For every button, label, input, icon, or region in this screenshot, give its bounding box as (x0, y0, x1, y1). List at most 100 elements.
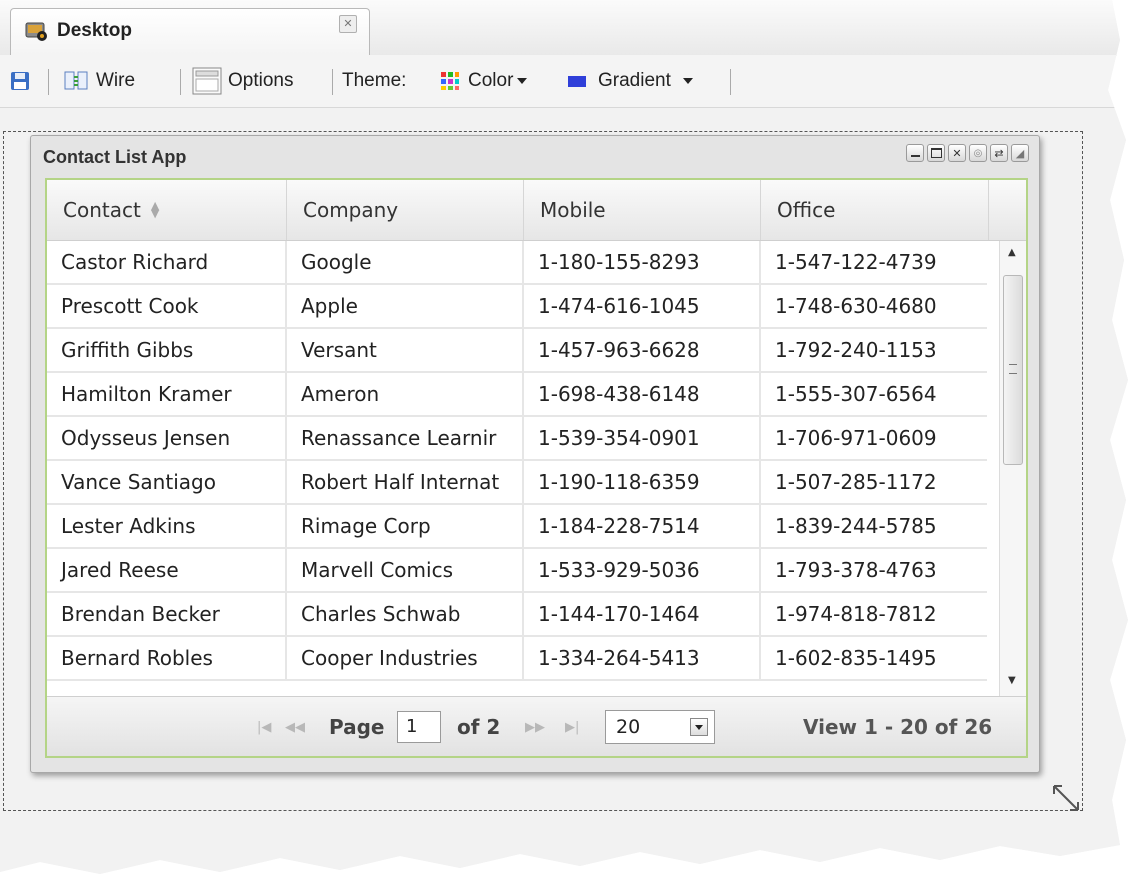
mobile-cell: 1-474-616-1045 (524, 285, 761, 327)
scroll-up-icon[interactable]: ▲ (1008, 247, 1016, 258)
refresh-icon[interactable]: ⇄ (990, 144, 1008, 162)
next-page-button[interactable]: ▶▶ (525, 697, 545, 756)
options-button[interactable]: Options (192, 55, 293, 107)
grid-body: Castor Richard Google 1-180-155-8293 1-547-… (47, 241, 987, 696)
table-row[interactable] (47, 681, 987, 696)
company-cell: Ameron (287, 373, 524, 415)
column-header-mobile[interactable]: Mobile (524, 180, 761, 240)
mobile-cell: 1-180-155-8293 (524, 241, 761, 283)
last-page-icon: ▶| (565, 719, 580, 735)
mobile-cell: 1-184-228-7514 (524, 505, 761, 547)
gradient-theme-dropdown[interactable]: Gradient (568, 55, 693, 107)
prev-page-button[interactable]: ◀◀ (285, 697, 305, 756)
column-header-office[interactable]: Office (761, 180, 989, 240)
office-cell: 1-555-307-6564 (761, 373, 987, 415)
rss-icon[interactable]: ◎ (969, 144, 987, 162)
rows-per-page-wrap: 20 (605, 697, 715, 756)
color-theme-dropdown[interactable]: Color (440, 55, 528, 107)
contact-cell: Castor Richard (47, 241, 287, 283)
tab-desktop[interactable]: Desktop ✕ (10, 8, 370, 55)
close-icon[interactable]: ✕ (339, 15, 357, 33)
table-row[interactable]: Prescott Cook Apple 1-474-616-1045 1-748-63… (47, 285, 987, 329)
company-cell: Cooper Industries (287, 637, 524, 679)
table-row[interactable]: Odysseus Jensen Renassance Learnir 1-539-3… (47, 417, 987, 461)
company-cell: Google (287, 241, 524, 283)
contact-cell: Odysseus Jensen (47, 417, 287, 459)
grip-icon (1009, 364, 1017, 374)
office-cell: 1-839-244-5785 (761, 505, 987, 547)
contact-cell: Griffith Gibbs (47, 329, 287, 371)
options-label: Options (228, 70, 294, 91)
table-row[interactable]: Bernard Robles Cooper Industries 1-334-264… (47, 637, 987, 681)
company-cell: Rimage Corp (287, 505, 524, 547)
first-page-button[interactable]: |◀ (257, 697, 272, 756)
maximize-icon[interactable] (927, 144, 945, 162)
mobile-cell: 1-533-929-5036 (524, 549, 761, 591)
chevron-down-icon (682, 78, 693, 84)
contact-grid: Contact ▲ ▼ Company Mobile Office Castor … (45, 178, 1028, 758)
office-cell: 1-602-835-1495 (761, 637, 987, 679)
save-button[interactable] (10, 55, 30, 107)
rows-per-page-select[interactable]: 20 (605, 710, 715, 744)
office-cell: 1-792-240-1153 (761, 329, 987, 371)
vertical-scrollbar[interactable]: ▲ ▼ (999, 241, 1026, 696)
gradient-label: Gradient (598, 70, 671, 91)
column-header-company[interactable]: Company (287, 180, 524, 240)
collapse-icon[interactable]: ◢ (1011, 144, 1029, 162)
color-label: Color (468, 70, 514, 91)
contact-cell: Lester Adkins (47, 505, 287, 547)
contact-cell: Vance Santiago (47, 461, 287, 503)
theme-label: Theme: (342, 70, 407, 91)
mobile-cell: 1-698-438-6148 (524, 373, 761, 415)
office-cell: 1-974-818-7812 (761, 593, 987, 635)
mobile-cell: 1-144-170-1464 (524, 593, 761, 635)
save-icon (11, 72, 29, 90)
office-cell: 1-547-122-4739 (761, 241, 987, 283)
tab-title: Desktop (57, 20, 132, 41)
mobile-cell: 1-190-118-6359 (524, 461, 761, 503)
tab-bar: Desktop ✕ (0, 0, 1128, 56)
table-row[interactable]: Griffith Gibbs Versant 1-457-963-6628 1-792… (47, 329, 987, 373)
first-page-icon: |◀ (257, 719, 272, 735)
contact-cell: Hamilton Kramer (47, 373, 287, 415)
table-row[interactable]: Lester Adkins Rimage Corp 1-184-228-7514 1-… (47, 505, 987, 549)
page-label: Page (329, 715, 385, 739)
pager: |◀ ◀◀ Page 1 of 2 ▶▶ ▶| 20 View 1 - 20 o… (47, 696, 1026, 756)
desktop-shell: Desktop ✕ Wire Options Theme: Color Grad… (0, 0, 1128, 874)
view-range-text: View 1 - 20 of 26 (803, 715, 993, 739)
office-cell: 1-793-378-4763 (761, 549, 987, 591)
office-cell: 1-507-285-1172 (761, 461, 987, 503)
gradient-swatch-icon (568, 75, 586, 87)
company-cell: Renassance Learnir (287, 417, 524, 459)
options-icon (192, 67, 222, 95)
table-row[interactable]: Hamilton Kramer Ameron 1-698-438-6148 1-555… (47, 373, 987, 417)
toolbar: Wire Options Theme: Color Gradient (0, 55, 1128, 108)
wire-button[interactable]: Wire (64, 55, 135, 107)
last-page-button[interactable]: ▶| (565, 697, 580, 756)
wire-label: Wire (96, 70, 136, 91)
contact-cell: Brendan Becker (47, 593, 287, 635)
page-input-wrap: 1 (397, 697, 441, 756)
contact-cell: Jared Reese (47, 549, 287, 591)
close-window-icon[interactable]: ✕ (948, 144, 966, 162)
company-cell: Charles Schwab (287, 593, 524, 635)
mobile-cell: 1-539-354-0901 (524, 417, 761, 459)
scrollbar-thumb[interactable] (1003, 275, 1023, 465)
company-cell: Versant (287, 329, 524, 371)
scroll-down-icon[interactable]: ▼ (1008, 675, 1016, 686)
column-header-contact[interactable]: Contact ▲ ▼ (47, 180, 287, 240)
next-page-icon: ▶▶ (525, 719, 545, 735)
page-count: of 2 (457, 715, 501, 739)
grid-header: Contact ▲ ▼ Company Mobile Office (47, 180, 1026, 241)
resize-icon[interactable] (1050, 780, 1086, 816)
table-row[interactable]: Castor Richard Google 1-180-155-8293 1-547-… (47, 241, 987, 285)
minimize-icon[interactable] (906, 144, 924, 162)
table-row[interactable]: Vance Santiago Robert Half Internat 1-190-… (47, 461, 987, 505)
wire-icon (64, 71, 88, 90)
table-row[interactable]: Jared Reese Marvell Comics 1-533-929-5036 1… (47, 549, 987, 593)
page-input[interactable]: 1 (397, 711, 441, 743)
office-cell: 1-748-630-4680 (761, 285, 987, 327)
contact-cell: Bernard Robles (47, 637, 287, 679)
table-row[interactable]: Brendan Becker Charles Schwab 1-144-170-14… (47, 593, 987, 637)
mobile-cell: 1-334-264-5413 (524, 637, 761, 679)
